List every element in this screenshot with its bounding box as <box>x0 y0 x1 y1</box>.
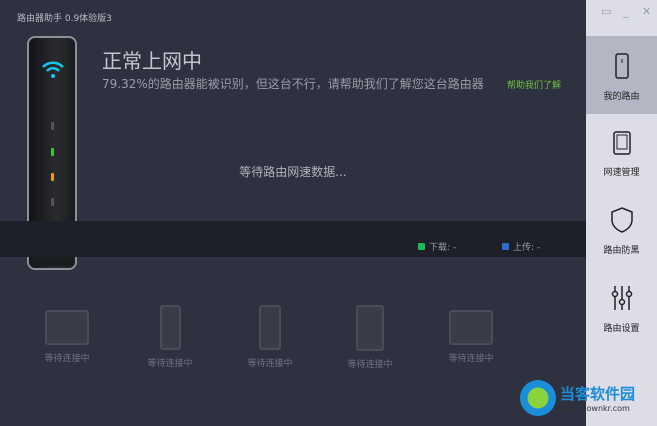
watermark-icon <box>520 380 556 416</box>
download-swatch <box>418 243 425 250</box>
legend-download: 下载: - <box>418 240 456 253</box>
connection-status: 正常上网中 <box>102 49 202 73</box>
shield-icon <box>610 207 633 233</box>
sidebar-item-label: 我的路由 <box>603 92 640 102</box>
app-title: 路由器助手 0.9体验版3 <box>17 14 112 24</box>
phone-icon <box>159 305 181 350</box>
phone-icon <box>259 305 281 350</box>
device-slot: 等待连接中 <box>330 305 410 370</box>
speed-band <box>0 221 586 257</box>
sidebar-item-label: 路由设置 <box>603 324 640 334</box>
help-link[interactable]: 帮助我们了解 <box>507 78 561 91</box>
sidebar: ▭ _ ✕ 我的路由 网速管理 路由防黑 路由设置 <box>586 0 657 426</box>
speed-icon <box>612 131 631 155</box>
sliders-icon <box>611 286 632 310</box>
feedback-icon[interactable]: ▭ <box>601 5 611 18</box>
wifi-icon <box>42 61 64 78</box>
device-label: 等待连接中 <box>44 354 90 364</box>
sidebar-item-security[interactable]: 路由防黑 <box>586 190 657 268</box>
device-label: 等待连接中 <box>347 360 393 370</box>
sidebar-item-my-router[interactable]: 我的路由 <box>586 36 657 114</box>
watermark-logo: 当客软件园 www.downkr.com <box>520 380 635 416</box>
device-slot: 等待连接中 <box>431 305 511 364</box>
download-label: 下载: - <box>429 243 457 253</box>
upload-label: 上传: - <box>513 243 541 253</box>
speed-waiting-text: 等待路由网速数据... <box>239 165 347 179</box>
legend-upload: 上传: - <box>502 240 540 253</box>
close-button[interactable]: ✕ <box>642 5 651 18</box>
led-green <box>51 148 54 156</box>
monitor-icon <box>449 310 493 345</box>
led <box>51 198 54 206</box>
sidebar-item-settings[interactable]: 路由设置 <box>586 268 657 346</box>
monitor-icon <box>45 310 89 345</box>
router-icon <box>614 53 629 79</box>
sidebar-item-label: 网速管理 <box>603 168 640 178</box>
device-slot: 等待连接中 <box>230 305 310 369</box>
minimize-button[interactable]: _ <box>623 5 629 18</box>
led <box>51 122 54 130</box>
device-label: 等待连接中 <box>147 359 193 369</box>
sidebar-item-speed[interactable]: 网速管理 <box>586 114 657 192</box>
upload-swatch <box>502 243 509 250</box>
device-label: 等待连接中 <box>247 359 293 369</box>
device-slot: 等待连接中 <box>130 305 210 369</box>
device-slot: 等待连接中 <box>27 305 107 364</box>
device-label: 等待连接中 <box>448 354 494 364</box>
watermark-name: 当客软件园 <box>560 385 636 403</box>
watermark-url: www.downkr.com <box>560 404 630 413</box>
main-panel: 路由器助手 0.9体验版3 正常上网中 79.32%的路由器能被识别，但这台不行… <box>0 0 586 426</box>
sidebar-item-label: 路由防黑 <box>603 246 640 256</box>
tablet-icon <box>356 305 384 351</box>
description: 79.32%的路由器能被识别，但这台不行，请帮助我们了解您这台路由器 <box>102 77 484 91</box>
